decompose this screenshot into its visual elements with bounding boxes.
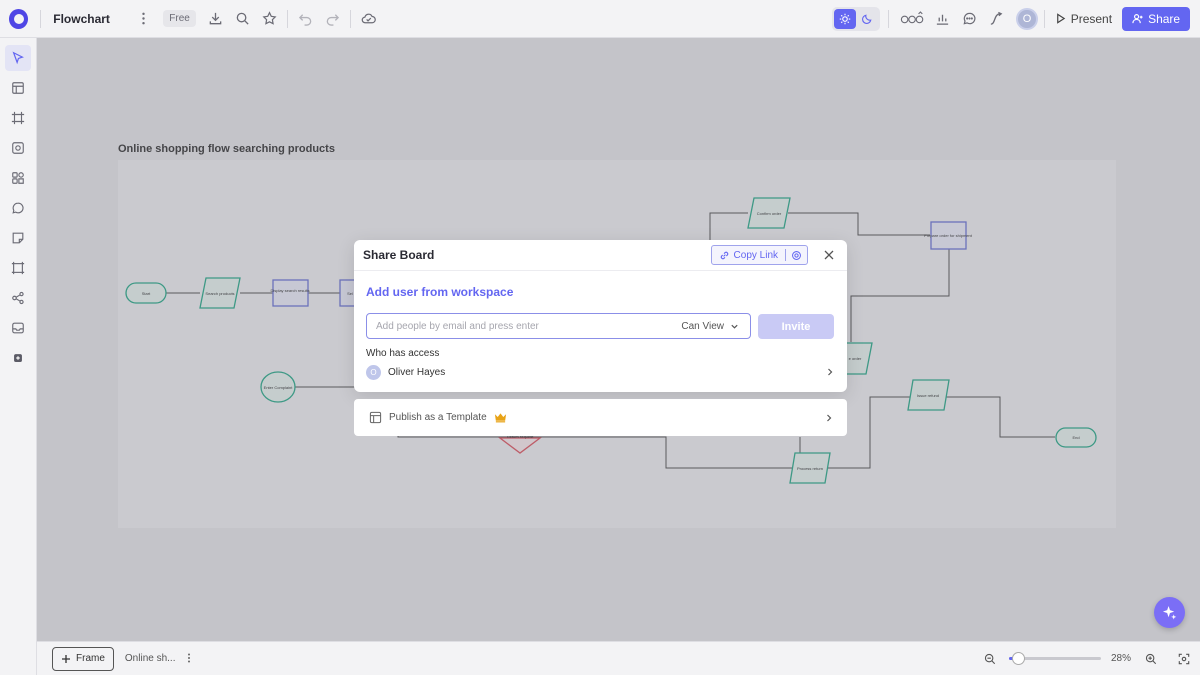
share-button[interactable]: Share: [1122, 6, 1191, 31]
cloud-icon[interactable]: [355, 5, 382, 33]
board-title[interactable]: Flowchart: [53, 12, 130, 26]
settings-icon: [792, 250, 801, 260]
present-label: Present: [1070, 11, 1113, 26]
shape-tool-icon[interactable]: [5, 135, 31, 161]
comment-tool-icon[interactable]: [5, 195, 31, 221]
close-icon[interactable]: [820, 246, 838, 264]
mindmap-tool-icon[interactable]: [5, 285, 31, 311]
avatar: O: [366, 364, 381, 380]
moon-icon[interactable]: [856, 9, 878, 29]
copy-link-label: Copy Link: [733, 249, 778, 261]
access-heading: Who has access: [366, 348, 440, 359]
zoom-out-icon[interactable]: [984, 652, 997, 665]
redo-icon[interactable]: [319, 5, 346, 33]
plus-icon: [62, 654, 70, 663]
more-vertical-icon[interactable]: [184, 650, 194, 668]
publish-label: Publish as a Template: [389, 412, 487, 423]
zoom-slider-thumb[interactable]: [1012, 652, 1026, 665]
download-icon[interactable]: [202, 5, 229, 33]
email-invite-field: Can View: [366, 313, 751, 339]
dialog-title: Share Board: [363, 248, 435, 262]
sun-icon[interactable]: [833, 8, 856, 29]
select-tool-icon[interactable]: [5, 45, 31, 71]
permission-value: Can View: [681, 320, 724, 332]
copy-link-control: Copy Link: [710, 245, 808, 265]
crown-icon: [494, 413, 506, 423]
star-icon[interactable]: [256, 5, 283, 33]
components-tool-icon[interactable]: [5, 165, 31, 191]
divider: [887, 9, 889, 28]
top-toolbar: Flowchart Free O Present Share: [0, 0, 1200, 38]
link-settings-button[interactable]: [786, 250, 807, 261]
undo-icon[interactable]: [292, 5, 319, 33]
template-tool-icon[interactable]: [5, 75, 31, 101]
sticky-note-tool-icon[interactable]: [5, 225, 31, 251]
add-frame-button[interactable]: Frame: [52, 646, 114, 671]
search-icon[interactable]: [229, 5, 256, 33]
more-vertical-icon[interactable]: [130, 5, 157, 33]
link-icon: [720, 251, 728, 259]
ai-sparkle-icon: [1162, 605, 1177, 620]
frame-label: Frame: [76, 653, 105, 664]
invite-button[interactable]: Invite: [758, 314, 834, 339]
bottom-toolbar: Frame Online sh... 28%: [37, 641, 1200, 675]
fit-screen-icon[interactable]: [1177, 652, 1190, 665]
theme-toggle: [831, 6, 880, 31]
play-icon: [1056, 13, 1065, 24]
plan-badge[interactable]: Free: [163, 10, 196, 27]
add-user-heading: Add user from workspace: [366, 285, 514, 299]
connector-icon[interactable]: [983, 5, 1010, 33]
divider: [349, 9, 351, 28]
present-button[interactable]: Present: [1045, 7, 1122, 31]
ai-assistant-button[interactable]: [1154, 597, 1185, 628]
chevron-right-icon: [823, 412, 835, 424]
zoom-slider[interactable]: [1008, 652, 1101, 665]
more-tools-icon[interactable]: [5, 345, 31, 371]
divider: [286, 9, 288, 28]
comment-icon[interactable]: [956, 5, 983, 33]
collaborators-icon[interactable]: [897, 5, 930, 33]
divider: [40, 9, 42, 28]
share-board-dialog: Share Board Copy Link Add user from work…: [354, 240, 847, 392]
upload-tool-icon[interactable]: [5, 315, 31, 341]
zoom-percentage[interactable]: 28%: [1111, 653, 1131, 664]
chevron-down-icon: [731, 324, 738, 329]
zoom-in-icon[interactable]: [1144, 652, 1157, 665]
app-logo[interactable]: [9, 8, 29, 29]
chart-icon[interactable]: [929, 5, 956, 33]
frame-tool-icon[interactable]: [5, 105, 31, 131]
dialog-header: Share Board Copy Link: [354, 240, 847, 271]
email-input[interactable]: [367, 320, 682, 332]
user-avatar[interactable]: O: [1016, 7, 1038, 30]
user-plus-icon: [1132, 14, 1143, 24]
share-label: Share: [1148, 11, 1181, 26]
template-icon: [369, 411, 382, 424]
zoom-controls: 28%: [984, 652, 1190, 665]
page-tab[interactable]: Online sh...: [125, 653, 176, 664]
permission-select[interactable]: Can View: [681, 321, 750, 332]
publish-template-row[interactable]: Publish as a Template: [354, 399, 847, 436]
crop-tool-icon[interactable]: [5, 255, 31, 281]
left-toolbar: [0, 38, 37, 675]
user-name: Oliver Hayes: [388, 366, 446, 378]
access-user-row[interactable]: O Oliver Hayes: [366, 363, 836, 381]
copy-link-button[interactable]: Copy Link: [712, 250, 785, 261]
chevron-right-icon: [824, 366, 836, 378]
